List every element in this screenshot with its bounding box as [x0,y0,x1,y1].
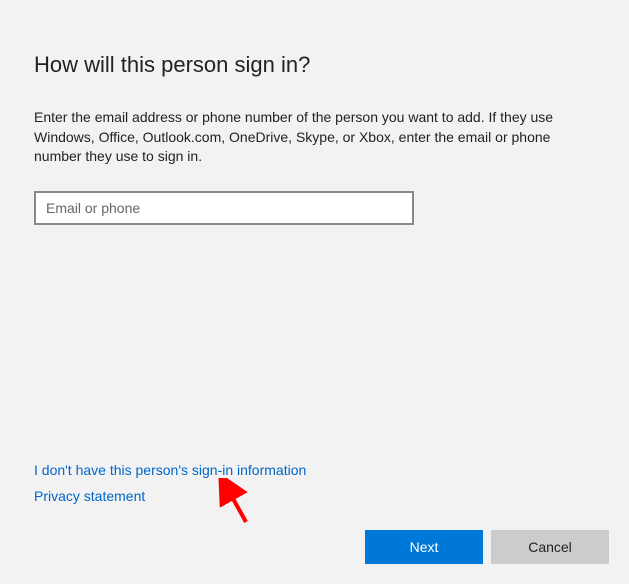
no-signin-info-link[interactable]: I don't have this person's sign-in infor… [34,462,306,478]
dialog-container: How will this person sign in? Enter the … [0,0,629,584]
email-or-phone-input[interactable] [34,191,414,225]
cancel-button[interactable]: Cancel [491,530,609,564]
button-row: Next Cancel [365,530,609,564]
description-text: Enter the email address or phone number … [34,108,594,167]
privacy-statement-link[interactable]: Privacy statement [34,488,306,504]
next-button[interactable]: Next [365,530,483,564]
page-title: How will this person sign in? [34,52,595,78]
links-section: I don't have this person's sign-in infor… [34,462,306,514]
